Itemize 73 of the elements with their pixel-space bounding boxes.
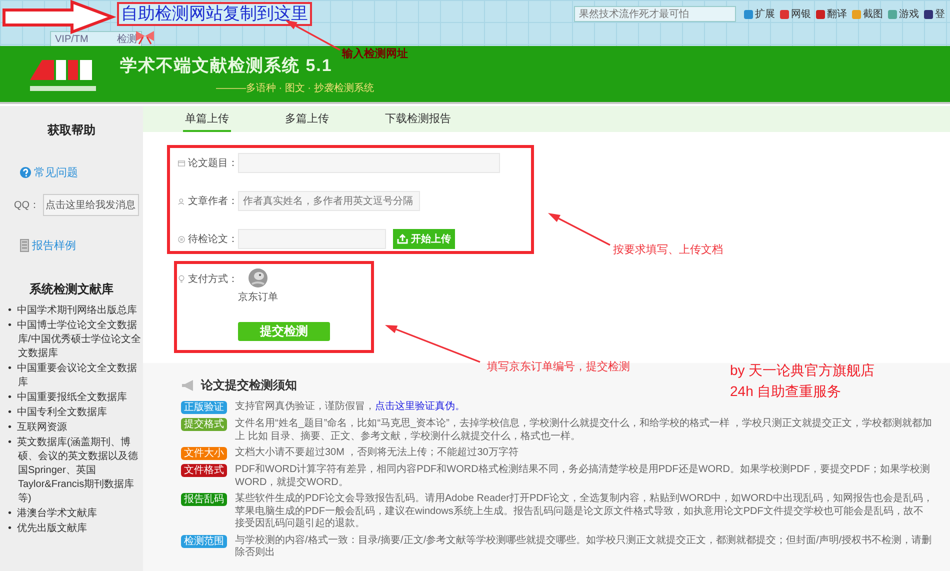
notice-tag: 检测范围 — [181, 534, 227, 548]
notice-text: 与学校测的内容/格式一致：目录/摘要/正文/参考文献等学校测哪些就提交哪些。如学校只测正文就提交正文，都测就都提交；但封面/声明/授权书不检测，请删除否则出 — [235, 534, 933, 560]
notice-text: 某些软件生成的PDF论文会导致报告乱码。请用Adobe Reader打开PDF论文，全选复制内容，粘贴到WORD中，如WORD中出现乱码，知网报告也会是乱码，苹果电脑生成的PDF一般会乱码，建议在windows系统上生成。报告乱码问题是论文原文件格式导致，如执意用论文PDF文件提交学校也可能会是乱码，故不接受因乱码问题引起的退款。 — [235, 493, 933, 530]
toolbar-button[interactable]: 网银 — [780, 7, 811, 21]
promo-text: 24h 自助查重服务 — [730, 383, 842, 400]
toolbar-button[interactable]: 登 — [924, 7, 945, 21]
person-icon — [178, 196, 185, 206]
toolbar-button[interactable]: 翻译 — [816, 7, 847, 21]
notice-title: 论文提交检测须知 — [201, 377, 297, 394]
file-icon — [178, 234, 185, 244]
upload-icon — [397, 234, 408, 244]
toolbar-icon — [888, 10, 897, 18]
promo-text: by 天一论典官方旗舰店 — [730, 362, 875, 379]
field-label: 支付方式： — [188, 272, 238, 286]
notice-text: 文件名用“姓名_题目”命名，比如“马克思_资本论”，去掉学校信息，学校测什么就提交什么，和给学校的格式一样 ，学校只测正文就提交正文，学校都测就都加上 比如 目录、摘要、正文、参考文献，学校测什么就提交什么，格式也一样。 — [235, 418, 933, 443]
annotation-text: 输入检测网址 — [342, 46, 408, 61]
address-annotation: 自助检测网站复制到这里 — [117, 2, 312, 26]
annotation-arrow — [548, 213, 610, 246]
browser-tab[interactable]: VIP/TM 检测 — [50, 31, 142, 46]
megaphone-icon — [181, 380, 195, 391]
toolbar-icon — [852, 10, 861, 18]
upload-tab[interactable]: 下载检测报告 — [383, 106, 453, 132]
library-item: • 中国重要报纸全文数据库 — [8, 391, 128, 405]
notice-tag: 提交格式 — [181, 418, 227, 431]
notice-tag: 文件大小 — [181, 447, 227, 460]
field-label: 待检论文： — [188, 232, 238, 246]
library-item: • 互联网资源 — [8, 421, 68, 435]
annotation-text: 按要求填写、上传文档 — [613, 242, 723, 257]
mascot-icon — [248, 268, 268, 288]
toolbar-icon — [744, 10, 753, 18]
search-field[interactable]: 果然技术流作死才最可怕 — [574, 6, 736, 22]
toolbar-icon — [924, 10, 933, 18]
verify-link[interactable]: 点击这里验证真伪。 — [375, 401, 465, 412]
toolbar-icon — [780, 10, 789, 18]
library-item: • 中国专利全文数据库 — [8, 406, 108, 420]
notice-tag: 正版验证 — [181, 401, 227, 414]
upload-tab[interactable]: 单篇上传 — [183, 106, 231, 132]
library-item: • 中国重要会议论文全文数据库 — [8, 362, 138, 390]
notice-tag: 文件格式 — [181, 464, 227, 477]
help-icon — [20, 167, 31, 178]
upload-tab[interactable]: 多篇上传 — [283, 106, 331, 132]
input-field[interactable]: 作者真实姓名，多作者用英文逗号分隔 — [238, 191, 420, 211]
library-item: • 港澳台学术文献库 — [8, 507, 98, 521]
notice-text: 支持官网真伪验证，谨防假冒，点击这里验证真伪。 — [235, 401, 466, 414]
toolbar-icon — [816, 10, 825, 18]
site-title: 学术不端文献检测系统 5.1 — [120, 54, 334, 76]
qq-label: QQ： — [14, 199, 40, 212]
field-label: 论文题目： — [188, 156, 238, 170]
payment-option[interactable]: 京东订单 — [238, 290, 278, 304]
library-item: • 英文数据库(涵盖期刊、博硕、会议的英文数据以及德国Springer、英国Taylor&Francis期刊数据库等) — [8, 436, 139, 506]
document-icon — [20, 239, 29, 252]
toolbar-button[interactable]: 扩展 — [744, 7, 775, 21]
tab-label-text: 检测 — [117, 32, 137, 46]
bulb-icon — [178, 273, 185, 285]
help-heading: 获取帮助 — [48, 122, 96, 139]
site-subtitle: ———多语种 · 图文 · 抄袭检测系统 — [216, 82, 374, 94]
notice-tag: 报告乱码 — [181, 493, 227, 506]
library-item: • 中国学术期刊网络出版总库 — [8, 304, 138, 318]
notice-text: 文档大小请不要超过30M ，否则将无法上传；不能超过30万字符 — [235, 447, 520, 460]
annotation-arrow — [285, 20, 340, 51]
input-field[interactable] — [238, 229, 386, 249]
toolbar-button[interactable]: 截图 — [852, 7, 883, 21]
qq-message-button[interactable]: 点击这里给我发消息 — [42, 194, 139, 216]
library-item: • 中国博士学位论文全文数据库/中国优秀硕士学位论文全文数据库 — [8, 319, 141, 361]
field-label: 文章作者： — [188, 194, 238, 208]
title-icon — [178, 158, 185, 168]
library-item: • 优先出版文献库 — [8, 522, 88, 536]
toolbar-button[interactable]: 游戏 — [888, 7, 919, 21]
input-field[interactable] — [238, 153, 500, 173]
tab-label-text: VIP/TM — [55, 34, 88, 44]
library-heading: 系统检测文献库 — [30, 281, 114, 298]
notice-text: PDF和WORD计算字符有差异，相同内容PDF和WORD格式检测结果不同，务必搞清楚学校是用PDF还是WORD。如果学校测PDF，要提交PDF；如果学校测WORD，就提交WORD。 — [235, 464, 931, 489]
annotation-text: 填写京东订单编号，提交检测 — [487, 359, 630, 374]
